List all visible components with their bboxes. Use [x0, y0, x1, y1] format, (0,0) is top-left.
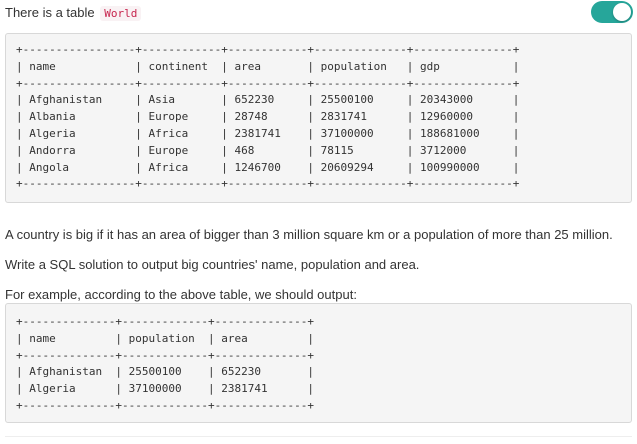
- divider: [5, 436, 632, 437]
- intro-text: There is a table: [5, 5, 99, 20]
- problem-intro: There is a table World: [5, 4, 142, 22]
- table-name-code: World: [100, 6, 142, 21]
- example-intro: For example, according to the above tabl…: [5, 287, 357, 302]
- expected-output-block: +--------------+-------------+----------…: [5, 303, 632, 423]
- world-table-block: +-----------------+------------+--------…: [5, 33, 632, 203]
- toggle-knob: [613, 3, 631, 21]
- big-country-definition: A country is big if it has an area of bi…: [5, 227, 613, 242]
- task-statement: Write a SQL solution to output big count…: [5, 257, 420, 272]
- theme-toggle[interactable]: [591, 1, 633, 23]
